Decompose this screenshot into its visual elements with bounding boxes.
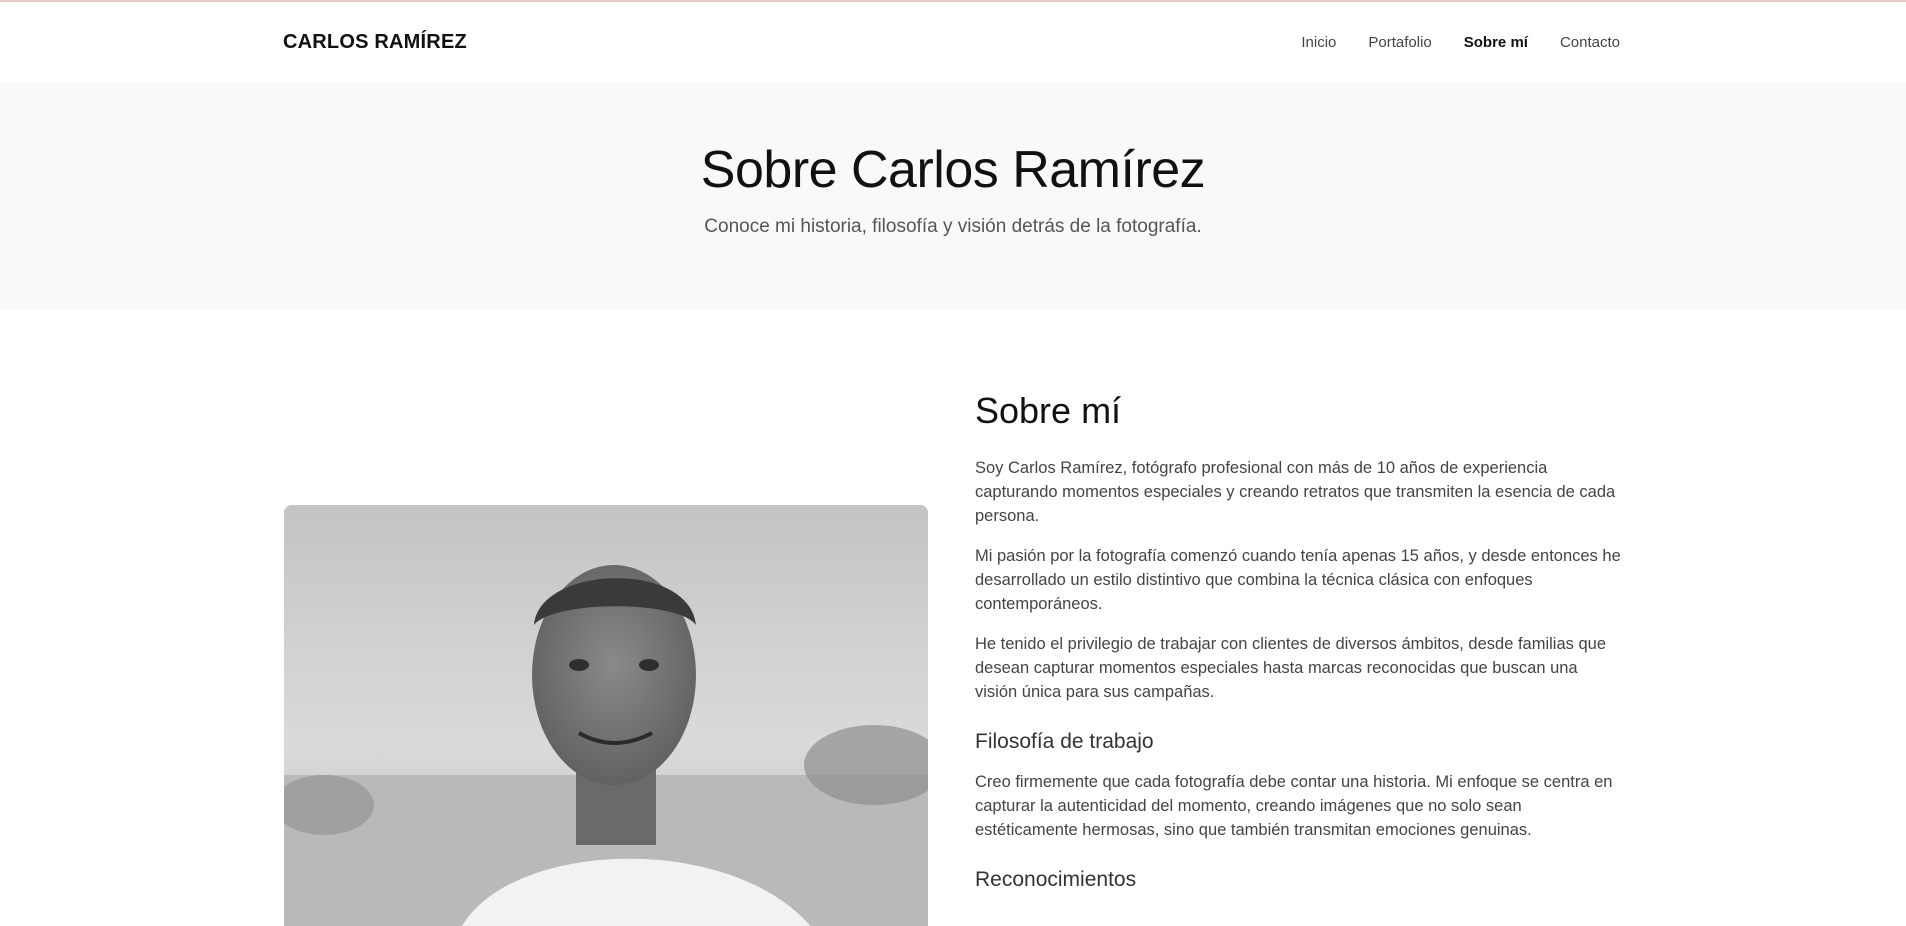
nav-item-portafolio[interactable]: Portafolio (1368, 34, 1431, 51)
nav-item-inicio[interactable]: Inicio (1301, 34, 1336, 51)
about-section: Sobre mí Soy Carlos Ramírez, fotógrafo p… (0, 310, 1906, 926)
about-paragraph: Soy Carlos Ramírez, fotógrafo profesiona… (975, 459, 1616, 525)
page-title: Sobre Carlos Ramírez (700, 141, 1206, 199)
about-paragraph: He tenido el privilegio de trabajar con … (975, 635, 1607, 701)
philosophy-heading: Filosofía de trabajo (975, 730, 1154, 753)
site-header: CARLOS RAMÍREZ Inicio Portafolio Sobre m… (0, 2, 1906, 82)
page-subtitle: Conoce mi historia, filosofía y visión d… (704, 216, 1202, 237)
nav-item-contacto[interactable]: Contacto (1560, 34, 1620, 51)
about-heading: Sobre mí (975, 390, 1122, 431)
nav-item-sobre-mi[interactable]: Sobre mí (1464, 34, 1528, 51)
brand-logo[interactable]: CARLOS RAMÍREZ (283, 31, 467, 54)
about-paragraph: Mi pasión por la fotografía comenzó cuan… (975, 547, 1621, 613)
portrait-photo (284, 505, 928, 926)
hero-section: Sobre Carlos Ramírez Conoce mi historia,… (0, 82, 1906, 310)
portrait-image (284, 505, 928, 926)
about-content: Sobre mí Soy Carlos Ramírez, fotógrafo p… (975, 390, 1622, 908)
philosophy-paragraph: Creo firmemente que cada fotografía debe… (975, 773, 1613, 839)
main-nav: Inicio Portafolio Sobre mí Contacto (1301, 34, 1620, 51)
recognition-heading: Reconocimientos (975, 868, 1137, 891)
